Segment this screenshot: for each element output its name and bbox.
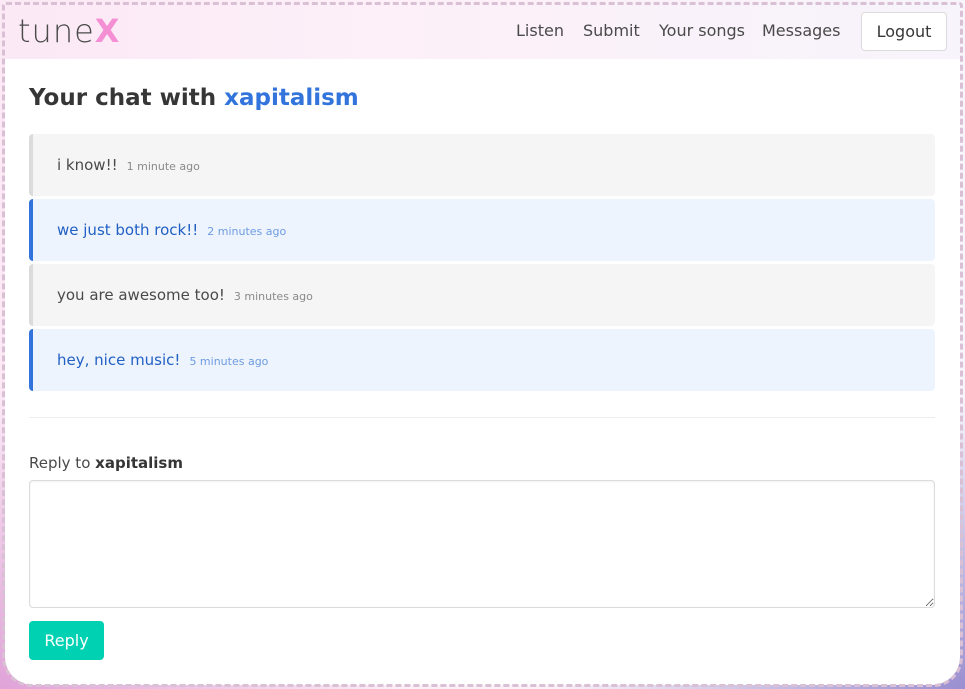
reply-recipient: xapitalism: [95, 454, 183, 472]
message-item-mine: hey, nice music! 5 minutes ago: [29, 329, 935, 391]
page-title: Your chat with xapitalism: [29, 84, 359, 112]
logo[interactable]: tuneX: [18, 11, 120, 51]
nav-messages[interactable]: Messages: [762, 20, 840, 42]
message-item-mine: we just both rock!! 2 minutes ago: [29, 199, 935, 261]
logo-accent: X: [94, 12, 121, 50]
message-time: 2 minutes ago: [207, 224, 287, 238]
title-prefix: Your chat with: [29, 85, 217, 111]
message-time: 5 minutes ago: [189, 354, 269, 368]
message-item: you are awesome too! 3 minutes ago: [29, 264, 935, 326]
reply-textarea[interactable]: [29, 480, 935, 608]
message-text: you are awesome too!: [57, 286, 225, 304]
nav-listen[interactable]: Listen: [516, 20, 564, 42]
logo-text: tune: [18, 12, 95, 50]
nav-your-songs[interactable]: Your songs: [659, 20, 745, 42]
reply-label-prefix: Reply to: [29, 454, 91, 472]
divider: [29, 417, 935, 418]
reply-label: Reply to xapitalism: [29, 453, 183, 473]
message-text: i know!!: [57, 156, 118, 174]
navbar: tuneX Listen Submit Your songs Messages …: [5, 5, 960, 59]
message-time: 3 minutes ago: [233, 289, 313, 303]
nav-submit[interactable]: Submit: [583, 20, 640, 42]
message-time: 1 minute ago: [126, 159, 200, 173]
message-text: we just both rock!!: [57, 221, 199, 239]
chat-partner-name[interactable]: xapitalism: [224, 85, 359, 111]
message-text: hey, nice music!: [57, 351, 181, 369]
reply-button[interactable]: Reply: [29, 621, 104, 660]
logout-button[interactable]: Logout: [861, 12, 947, 51]
message-item: i know!! 1 minute ago: [29, 134, 935, 196]
